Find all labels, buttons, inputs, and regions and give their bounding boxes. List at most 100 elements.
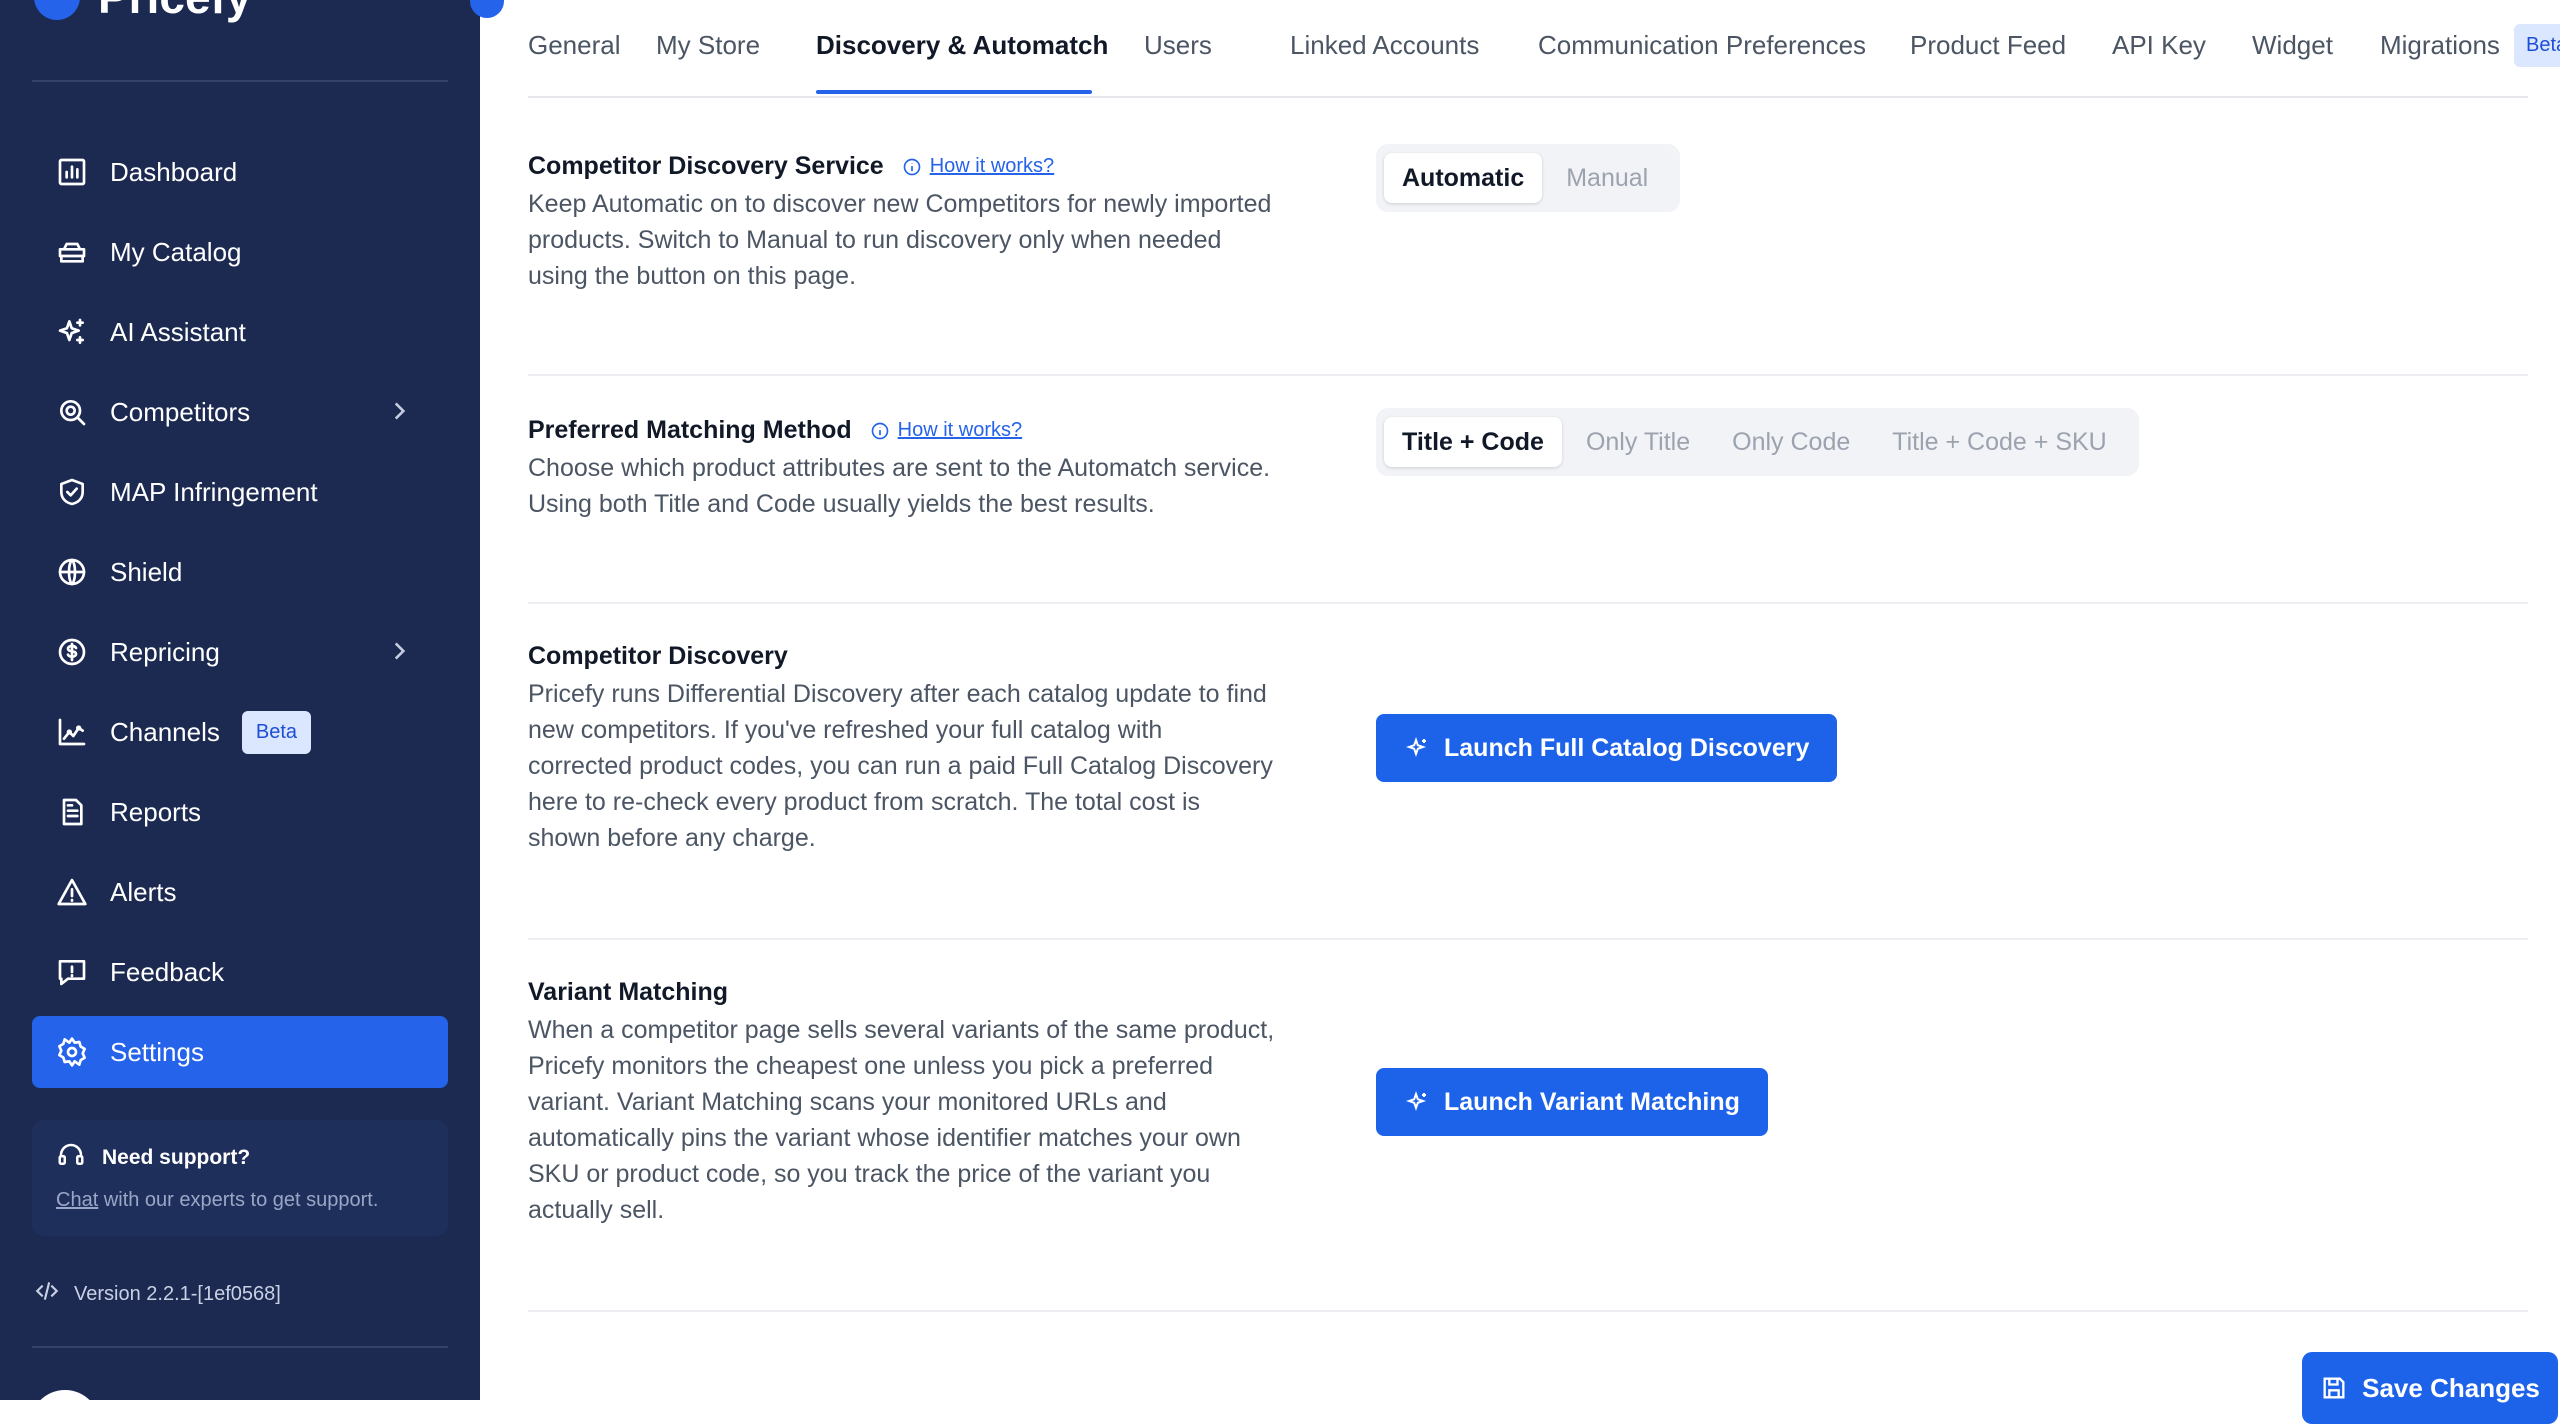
discovery-mode-manual[interactable]: Manual — [1548, 153, 1666, 203]
launch-full-catalog-discovery-button[interactable]: Launch Full Catalog Discovery — [1376, 714, 1838, 782]
channels-icon — [56, 716, 88, 748]
sidebar-item-dashboard[interactable]: Dashboard — [32, 136, 448, 208]
sidebar-item-shield[interactable]: Shield — [32, 536, 448, 608]
how-it-works-text: How it works? — [897, 419, 1023, 441]
info-icon — [903, 158, 921, 175]
sidebar-item-label: My Catalog — [110, 236, 242, 267]
chart-bar-icon — [56, 156, 88, 188]
headset-icon — [56, 1140, 86, 1175]
sidebar-item-repricing[interactable]: Repricing — [32, 616, 448, 688]
sidebar-item-settings[interactable]: Settings — [32, 1016, 448, 1088]
settings-tabs: General My Store Discovery & Automatch U… — [528, 0, 2560, 98]
matching-method-title: Preferred Matching Method How it works? — [528, 416, 1022, 445]
support-sub-text: with our experts to get support. — [98, 1189, 379, 1211]
sidebar-item-label: Alerts — [110, 876, 177, 907]
version-text: Version 2.2.1-[1ef0568] — [74, 1282, 281, 1305]
support-card: Need support? Chat with our experts to g… — [32, 1120, 448, 1236]
launch-variant-matching-button[interactable]: Launch Variant Matching — [1376, 1068, 1768, 1136]
discovery-mode-toggle: Automatic Manual — [1376, 144, 1681, 212]
button-label: Launch Full Catalog Discovery — [1444, 733, 1810, 762]
description-line: actually sell. — [528, 1196, 665, 1224]
discovery-mode-automatic[interactable]: Automatic — [1384, 153, 1543, 203]
variant-matching-title: Variant Matching — [528, 978, 729, 1006]
tab-discovery-automatch[interactable]: Discovery & Automatch — [816, 30, 1108, 61]
competitor-discovery-description: Pricefy runs Differential Discovery afte… — [528, 676, 1328, 856]
matching-method-description: Choose which product attributes are sent… — [528, 450, 1328, 522]
description-line: using the button on this page. — [528, 262, 857, 290]
tab-linked-accounts[interactable]: Linked Accounts — [1290, 30, 1479, 61]
sidebar-item-alerts[interactable]: Alerts — [32, 856, 448, 928]
warning-icon — [56, 876, 88, 908]
sidebar-divider — [32, 80, 448, 82]
tab-migrations[interactable]: Migrations — [2380, 30, 2500, 61]
matching-only-title[interactable]: Only Title — [1568, 417, 1708, 467]
brand-logo-icon — [34, 0, 80, 20]
sparkles-icon — [1406, 736, 1427, 758]
sidebar-item-map-infringement[interactable]: MAP Infringement — [32, 456, 448, 528]
tab-api-key[interactable]: API Key — [2112, 30, 2206, 61]
discovery-service-title: Competitor Discovery Service How it work… — [528, 152, 1054, 181]
sidebar-item-label: MAP Infringement — [110, 476, 318, 507]
description-line: corrected product codes, you can run a p… — [528, 752, 1273, 780]
sidebar-item-label: Shield — [110, 556, 183, 587]
chat-link[interactable]: Chat — [56, 1189, 98, 1211]
support-text: Chat with our experts to get support. — [56, 1189, 424, 1212]
sidebar: Pricefy Dashboard My Catalog AI Assistan… — [0, 0, 480, 1400]
chevron-right-icon[interactable] — [386, 638, 412, 664]
sidebar-item-reports[interactable]: Reports — [32, 776, 448, 848]
search-icon — [56, 396, 88, 428]
variant-matching-description: When a competitor page sells several var… — [528, 1012, 1328, 1228]
section-divider — [528, 602, 2528, 604]
document-icon — [56, 796, 88, 828]
sidebar-item-competitors[interactable]: Competitors — [32, 376, 448, 448]
matching-only-code[interactable]: Only Code — [1714, 417, 1868, 467]
description-line: shown before any charge. — [528, 824, 816, 852]
shield-check-icon — [56, 476, 88, 508]
sidebar-divider — [32, 1346, 448, 1348]
description-line: Pricefy runs Differential Discovery afte… — [528, 680, 1267, 708]
description-line: Keep Automatic on to discover new Compet… — [528, 190, 1272, 218]
section-divider — [528, 938, 2528, 940]
description-line: variant. Variant Matching scans your mon… — [528, 1088, 1167, 1116]
description-line: Choose which product attributes are sent… — [528, 454, 1271, 482]
description-line: When a competitor page sells several var… — [528, 1016, 1275, 1044]
matching-title-code[interactable]: Title + Code — [1384, 417, 1562, 467]
how-it-works-link[interactable]: How it works? — [902, 155, 1054, 178]
save-changes-button[interactable]: Save Changes — [2302, 1352, 2558, 1424]
chevron-right-icon[interactable] — [386, 398, 412, 424]
save-icon — [2323, 1377, 2345, 1399]
main-content: General My Store Discovery & Automatch U… — [480, 0, 2560, 1424]
description-line: new competitors. If you've refreshed you… — [528, 716, 1163, 744]
code-icon — [34, 1278, 60, 1310]
sidebar-item-ai-assistant[interactable]: AI Assistant — [32, 296, 448, 368]
sidebar-item-label: Reports — [110, 796, 202, 827]
description-line: Using both Title and Code usually yields… — [528, 490, 1155, 518]
sparkles-icon — [1406, 1090, 1427, 1112]
competitor-discovery-title: Competitor Discovery — [528, 642, 788, 670]
discovery-service-description: Keep Automatic on to discover new Compet… — [528, 186, 1328, 294]
sidebar-item-my-catalog[interactable]: My Catalog — [32, 216, 448, 288]
section-divider — [528, 1310, 2528, 1312]
how-it-works-link[interactable]: How it works? — [870, 419, 1022, 442]
info-icon — [871, 422, 888, 439]
tab-widget[interactable]: Widget — [2252, 30, 2333, 61]
sparkles-icon — [56, 316, 88, 348]
sidebar-item-feedback[interactable]: Feedback — [32, 936, 448, 1008]
description-line: Pricefy monitors the cheapest one unless… — [528, 1052, 1214, 1080]
tab-general[interactable]: General — [528, 30, 621, 61]
tab-communication-preferences[interactable]: Communication Preferences — [1538, 30, 1866, 61]
tab-my-store[interactable]: My Store — [656, 30, 760, 61]
brand[interactable]: Pricefy — [34, 0, 251, 24]
dollar-circle-icon — [56, 636, 88, 668]
sidebar-nav: Dashboard My Catalog AI Assistant Compet… — [32, 136, 448, 1096]
tab-product-feed[interactable]: Product Feed — [1910, 30, 2066, 61]
brand-name: Pricefy — [98, 0, 251, 24]
tab-users[interactable]: Users — [1144, 30, 1212, 61]
beta-badge: Beta — [241, 710, 312, 754]
section-title-text: Preferred Matching Method — [528, 416, 852, 444]
avatar[interactable] — [30, 1390, 100, 1400]
sidebar-item-channels[interactable]: Channels Beta — [32, 696, 448, 768]
matching-title-code-sku[interactable]: Title + Code + SKU — [1874, 417, 2124, 467]
sidebar-item-label: Channels — [110, 716, 220, 747]
support-title: Need support? — [102, 1145, 251, 1169]
